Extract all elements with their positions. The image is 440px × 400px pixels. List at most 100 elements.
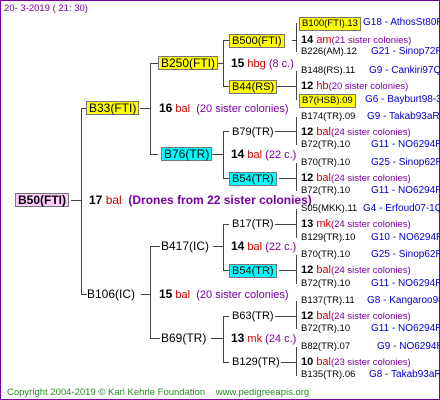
connector: [223, 131, 229, 132]
connector: [150, 63, 151, 154]
gen4-queen[interactable]: B70(TR).10: [301, 157, 350, 169]
connector: [296, 347, 297, 376]
gen3-queen[interactable]: B44(RS): [229, 80, 278, 94]
root-bal: bal: [105, 193, 122, 207]
gen3-info: 12 bal(24 sister colonies): [301, 264, 411, 276]
gen4-link[interactable]: G8 - Takab93aR: [369, 369, 440, 381]
gen3-queen[interactable]: B79(TR): [232, 126, 274, 138]
gen4-link[interactable]: G9 - Takab93aR: [367, 111, 440, 123]
gen4-link[interactable]: G11 - NO6294R: [371, 278, 440, 290]
gen4-queen[interactable]: S05(MKK).11: [301, 203, 357, 215]
connector: [141, 294, 150, 295]
root-queen[interactable]: B50(FTI): [15, 193, 69, 207]
gen3-info: 13 mk(24 sister colonies): [301, 218, 411, 230]
gen3-queen[interactable]: B63(TR): [232, 310, 274, 322]
gen4-queen[interactable]: B70(TR).10: [301, 249, 350, 261]
root-note: (Drones from 22 sister colonies): [128, 193, 312, 207]
gen3-info: 12 bal(24 sister colonies): [301, 126, 411, 138]
connector: [71, 200, 81, 201]
gen1-info: 15 bal (20 sister colonies): [159, 287, 289, 301]
gen4-queen[interactable]: B72(TR).10: [301, 278, 350, 290]
gen4-link[interactable]: G21 - Sinop72R: [371, 46, 440, 58]
gen4-queen[interactable]: B100(FTI).13: [299, 17, 361, 31]
gen4-queen[interactable]: B72(TR).10: [301, 185, 350, 197]
gen2-queen[interactable]: B417(IC): [161, 240, 209, 252]
connector: [213, 246, 223, 247]
gen2-queen[interactable]: B69(TR): [161, 332, 206, 344]
gen3-queen[interactable]: B17(TR): [232, 218, 274, 230]
connector: [279, 178, 296, 179]
gen3-queen[interactable]: B54(TR): [229, 172, 277, 186]
connector: [296, 163, 297, 191]
gen1-queen[interactable]: B33(FTI): [86, 101, 140, 115]
gen4-queen[interactable]: B72(TR).10: [301, 323, 350, 335]
gen4-link[interactable]: G9 - Cankiri97Q: [369, 65, 440, 77]
root-number: 17: [89, 193, 103, 207]
gen3-info: 10 bal(23 sister colonies): [301, 356, 411, 368]
gen2-queen[interactable]: B250(FTI): [158, 56, 219, 70]
report-date: 20- 3-2019 ( 21: 30): [4, 3, 88, 14]
gen2-info: 14 bal (22 c.): [231, 147, 297, 161]
connector: [296, 209, 297, 238]
connector: [150, 63, 158, 64]
root-info: 17 bal (Drones from 22 sister colonies): [89, 194, 312, 206]
gen4-link[interactable]: G25 - Sinop62R: [371, 249, 440, 261]
gen1-info: 16 bal (20 sister colonies): [159, 101, 289, 115]
gen3-queen[interactable]: B500(FTI): [229, 34, 285, 48]
gen4-link[interactable]: G25 - Sinop62R: [371, 157, 440, 169]
connector: [296, 255, 297, 284]
connector: [211, 338, 223, 339]
gen4-link[interactable]: G11 - NO6294R: [371, 323, 440, 335]
connector: [150, 338, 160, 339]
connector: [150, 246, 151, 338]
gen4-queen[interactable]: B137(TR).11: [301, 295, 355, 307]
gen1-queen[interactable]: B106(IC): [87, 288, 135, 300]
gen4-link[interactable]: G4 - Erfoud07-1Q: [363, 203, 440, 215]
copyright-text: Copyright 2004-2019 © Karl Kehrle Founda…: [7, 387, 206, 398]
connector: [296, 23, 297, 52]
gen4-queen[interactable]: B72(TR).10: [301, 139, 350, 151]
gen2-info: 15 hbg (8 c.): [231, 56, 294, 70]
connector: [223, 131, 224, 178]
connector: [281, 362, 296, 363]
gen4-link[interactable]: G11 - NO6294R: [371, 139, 440, 151]
connector: [223, 40, 224, 86]
footer: Copyright 2004-2019 © Karl Kehrle Founda…: [7, 387, 309, 399]
footer-link[interactable]: www.pedigreeapis.org: [216, 387, 309, 398]
connector: [223, 362, 229, 363]
gen4-queen[interactable]: B135(TR).06: [301, 369, 355, 381]
connector: [223, 224, 229, 225]
gen4-queen[interactable]: B148(RS).11: [301, 65, 355, 77]
connector: [296, 301, 297, 329]
gen3-info: 12 bal(24 sister colonies): [301, 310, 411, 322]
gen4-queen[interactable]: B226(AM).12: [301, 46, 357, 58]
connector: [296, 117, 297, 145]
connector: [223, 224, 224, 270]
gen4-queen[interactable]: B129(TR).10: [301, 232, 355, 244]
gen4-queen[interactable]: B7(HSB).09: [299, 94, 356, 108]
gen4-link[interactable]: G18 - AthosSt80R: [363, 17, 440, 29]
gen3-queen[interactable]: B54(TR): [229, 264, 277, 278]
gen2-info: 13 mk (24 c.): [231, 331, 297, 345]
gen4-queen[interactable]: B174(TR).09: [301, 111, 355, 123]
connector: [296, 71, 297, 100]
gen4-link[interactable]: G9 - NO6294R: [377, 341, 440, 353]
gen4-link[interactable]: G10 - NO6294R: [371, 232, 440, 244]
gen4-queen[interactable]: B82(TR).07: [301, 341, 350, 353]
connector: [276, 86, 296, 87]
connector: [140, 108, 150, 109]
connector: [223, 316, 224, 362]
connector: [211, 154, 223, 155]
connector: [150, 246, 160, 247]
gen3-queen[interactable]: B129(TR): [232, 356, 280, 368]
gen2-queen[interactable]: B76(TR): [161, 147, 213, 161]
connector: [275, 316, 296, 317]
pedigree-frame: 20- 3-2019 ( 21: 30) B50(FTI) 17 bal (Dr…: [0, 0, 440, 400]
gen4-link[interactable]: G11 - NO6294R: [371, 185, 440, 197]
gen4-link[interactable]: G8 - Kangaroo98R: [367, 295, 440, 307]
gen3-info: 12 bal(24 sister colonies): [301, 172, 411, 184]
connector: [81, 108, 82, 294]
gen4-link[interactable]: G6 - Bayburt98-3: [365, 94, 440, 106]
gen2-info: 14 bal (22 c.): [231, 239, 297, 253]
connector: [223, 316, 229, 317]
